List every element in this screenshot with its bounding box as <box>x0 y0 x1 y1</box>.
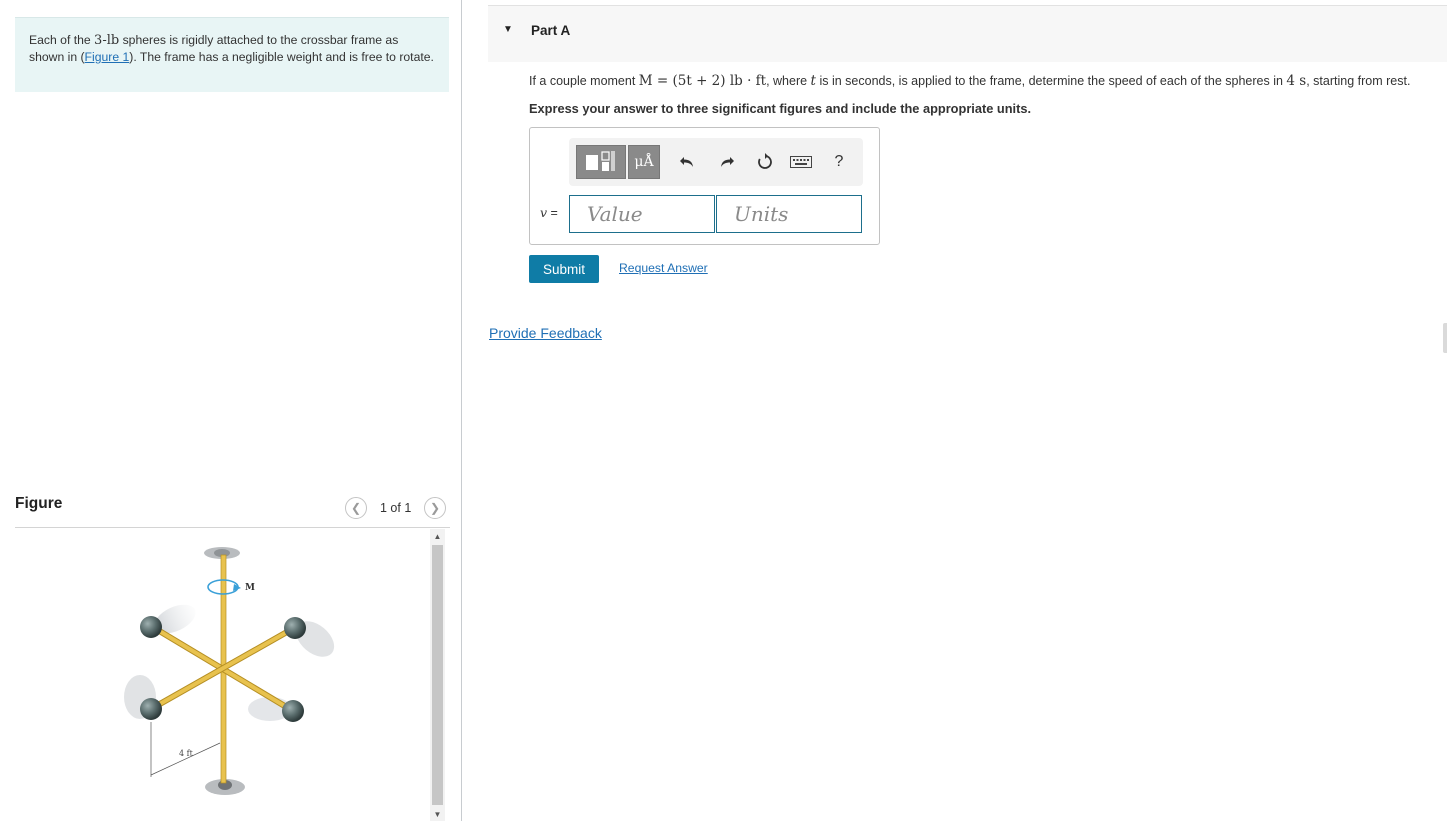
keyboard-icon <box>790 156 812 168</box>
math-toolbar: μÅ ? <box>569 138 863 186</box>
templates-icon <box>586 151 615 171</box>
units-button[interactable]: μÅ <box>628 145 660 179</box>
figure-link[interactable]: Figure 1 <box>85 50 130 64</box>
problem-text-end: ). The frame has a negligible weight and… <box>129 50 434 64</box>
crossbar-frame-diagram: M 4 ft <box>124 547 335 795</box>
help-button[interactable]: ? <box>827 150 851 174</box>
answer-box: μÅ ? v = Value Units <box>529 127 880 245</box>
templates-button[interactable] <box>576 145 626 179</box>
chevron-right-icon: ❯ <box>429 501 441 515</box>
undo-button[interactable] <box>675 150 699 174</box>
undo-icon <box>680 157 693 167</box>
scroll-up-icon[interactable]: ▲ <box>430 529 445 543</box>
submit-button[interactable]: Submit <box>529 255 599 283</box>
chevron-left-icon: ❮ <box>350 501 362 515</box>
redo-icon <box>721 157 734 167</box>
moment-label: M <box>245 583 255 593</box>
answer-instruction: Express your answer to three significant… <box>529 101 1032 116</box>
keyboard-button[interactable] <box>789 150 813 174</box>
figure-divider <box>15 527 450 528</box>
previous-figure-button[interactable]: ❮ <box>345 497 367 519</box>
reset-button[interactable] <box>753 150 777 174</box>
equals-sign: = <box>550 206 558 220</box>
pane-divider <box>461 0 462 821</box>
help-icon: ? <box>834 153 844 170</box>
question-pre: If a couple moment <box>529 74 639 88</box>
question-mid1: , where <box>766 74 811 88</box>
value-input[interactable]: Value <box>569 195 715 233</box>
part-title: Part A <box>531 23 571 38</box>
left-pane: Each of the 3-lb spheres is rigidly atta… <box>0 0 462 821</box>
caret-down-icon[interactable]: ▼ <box>503 24 513 35</box>
sphere-lower-right <box>282 700 304 722</box>
moment-equation: M = (5t + 2) lb · ft <box>638 73 767 89</box>
side-tab[interactable] <box>1443 323 1447 353</box>
scroll-thumb[interactable] <box>432 545 443 805</box>
units-icon: μÅ <box>634 154 654 170</box>
sphere-upper-right <box>284 617 306 639</box>
question-post: , starting from rest. <box>1306 74 1411 88</box>
redo-button[interactable] <box>715 150 739 174</box>
units-input[interactable]: Units <box>716 195 862 233</box>
dimension-label: 4 ft <box>179 749 194 758</box>
provide-feedback-link[interactable]: Provide Feedback <box>489 325 602 341</box>
dimension-line <box>150 742 221 776</box>
scroll-down-icon[interactable]: ▼ <box>430 807 445 821</box>
part-a-header[interactable]: ▼ Part A <box>488 5 1447 62</box>
problem-text-start: Each of the <box>29 33 95 47</box>
figure-counter: 1 of 1 <box>380 501 412 515</box>
sphere-weight: 3-lb <box>94 33 120 48</box>
question-text: If a couple moment M = (5t + 2) lb · ft,… <box>529 73 1410 89</box>
sphere-upper-left <box>140 616 162 638</box>
question-mid2: is in seconds, is applied to the frame, … <box>815 74 1287 88</box>
sphere-lower-left <box>140 698 162 720</box>
figure-image: M 4 ft <box>15 529 430 821</box>
time-value: 4 s <box>1286 73 1307 89</box>
problem-statement: Each of the 3-lb spheres is rigidly atta… <box>15 17 449 92</box>
reset-icon <box>758 153 772 169</box>
figure-title: Figure <box>15 495 63 512</box>
request-answer-link[interactable]: Request Answer <box>619 261 708 275</box>
figure-scrollbar[interactable]: ▲ ▼ <box>430 529 445 821</box>
answer-variable: v <box>540 205 548 220</box>
answer-label: v = <box>540 205 558 220</box>
next-figure-button[interactable]: ❯ <box>424 497 446 519</box>
